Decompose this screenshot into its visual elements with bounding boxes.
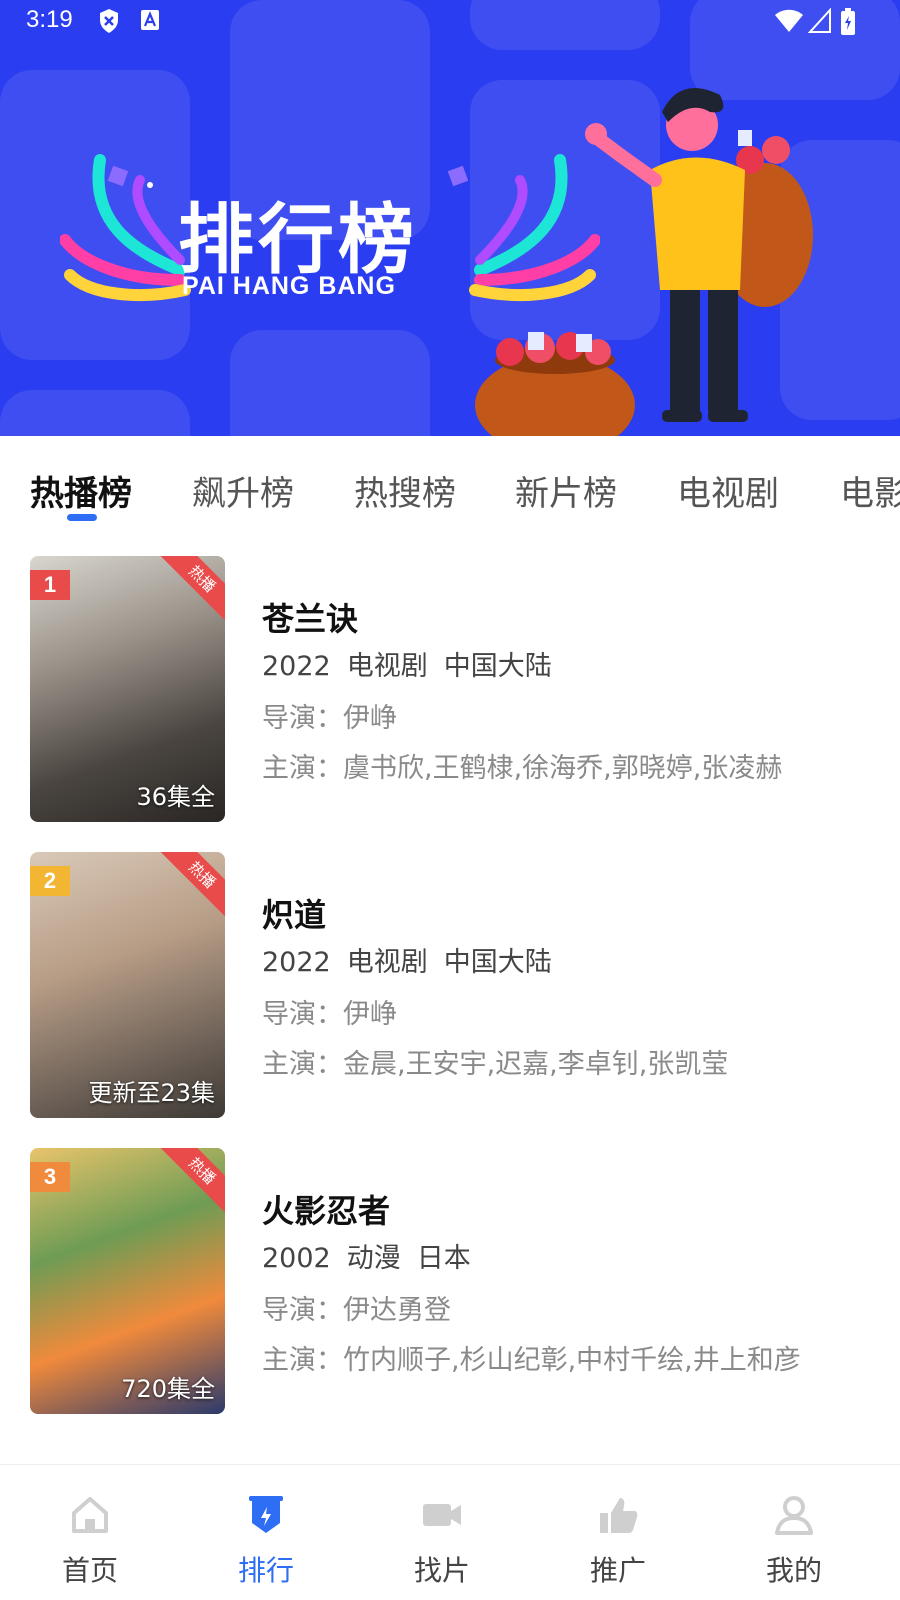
a11y-icon [141,10,159,30]
ranking-icon [249,1496,283,1533]
tab-tv[interactable]: 电视剧 [677,466,779,515]
bottom-navigation: 首页 排行 找片 推广 我的 [0,1464,900,1600]
list-item[interactable]: 1 热播 36集全 苍兰诀 2022 电视剧 中国大陆 导演：伊峥 主演：虞书欣,王… [0,556,900,826]
nav-promote[interactable]: 推广 [528,1465,708,1600]
item-director: 导演：伊峥 [262,999,397,1030]
item-title[interactable]: 炽道 [262,890,326,936]
tab-new[interactable]: 新片榜 [515,466,617,515]
rank-badge: 1 [30,570,70,600]
nav-find-label: 找片 [413,1554,470,1587]
item-region: 中国大陆 [443,947,552,978]
nav-ranking[interactable]: 排行 [176,1465,356,1600]
hot-badge: 热播 [160,852,225,917]
hot-badge: 热播 [160,556,225,621]
item-region: 日本 [416,1243,471,1274]
person-illustration [585,87,813,422]
item-year: 2022 [262,947,331,978]
item-cast: 主演：竹内顺子,杉山纪彰,中村千绘,井上和彦 [262,1345,801,1376]
rank-badge: 3 [30,1162,70,1192]
poster-image[interactable]: 3 热播 720集全 [30,1148,225,1414]
tab-hot[interactable]: 热播榜 [30,466,132,515]
ranking-tabs: 热播榜 飙升榜 热搜榜 新片榜 电视剧 电影 [0,436,900,536]
item-director: 导演：伊达勇登 [262,1295,451,1326]
banner-subtitle: PAI HANG BANG [182,272,396,300]
item-director: 导演：伊峥 [262,703,397,734]
tab-search[interactable]: 热搜榜 [354,466,456,515]
item-year: 2002 [262,1243,331,1274]
nav-find[interactable]: 找片 [352,1465,532,1600]
item-region: 中国大陆 [443,651,552,682]
list-item[interactable]: 2 热播 更新至23集 炽道 2022 电视剧 中国大陆 导演：伊峥 主演：金晨,王… [0,852,900,1122]
banner-bg-card [230,330,430,436]
item-meta: 2022 电视剧 中国大陆 [262,644,568,683]
item-type: 电视剧 [346,947,428,978]
status-time: 3:19 [26,6,73,33]
status-bar: 3:19 [0,0,900,44]
item-cast: 主演：金晨,王安宇,迟嘉,李卓钊,张凯莹 [262,1049,729,1080]
nav-mine-label: 我的 [765,1554,822,1587]
episode-count: 720集全 [121,1375,215,1403]
poster-image[interactable]: 2 热播 更新至23集 [30,852,225,1118]
user-icon [775,1496,813,1535]
episode-count: 更新至23集 [88,1079,215,1107]
poster-image[interactable]: 1 热播 36集全 [30,556,225,822]
item-year: 2022 [262,651,331,682]
item-type: 动漫 [346,1243,401,1274]
signal-icon [808,8,831,33]
tab-rising[interactable]: 飙升榜 [192,466,294,515]
list-item[interactable]: 3 热播 720集全 火影忍者 2002 动漫 日本 导演：伊达勇登 主演：竹内顺子… [0,1148,900,1418]
tab-active-indicator [67,514,97,521]
item-cast: 主演：虞书欣,王鹤棣,徐海乔,郭晓婷,张凌赫 [262,753,783,784]
nav-promote-label: 推广 [589,1554,646,1587]
thumbs-up-icon [600,1498,638,1533]
nav-home-label: 首页 [61,1554,118,1587]
splash-decoration-right [447,154,600,301]
nav-home[interactable]: 首页 [0,1465,180,1600]
home-icon [72,1497,108,1533]
item-meta: 2002 动漫 日本 [262,1236,487,1275]
ranking-banner: 3:19 排行榜 PAI HANG BANG [0,0,900,436]
wifi-icon [775,9,803,32]
hot-badge: 热播 [160,1148,225,1213]
battery-icon [841,8,855,35]
item-title[interactable]: 火影忍者 [262,1186,390,1232]
rank-badge: 2 [30,866,70,896]
episode-count: 36集全 [136,783,215,811]
nav-ranking-label: 排行 [237,1554,294,1587]
nav-mine[interactable]: 我的 [704,1465,884,1600]
item-meta: 2022 电视剧 中国大陆 [262,940,568,979]
item-title[interactable]: 苍兰诀 [262,594,358,640]
video-camera-icon [423,1504,461,1526]
banner-bg-card [0,390,190,436]
tab-movie[interactable]: 电影 [840,466,900,515]
item-type: 电视剧 [346,651,428,682]
shield-icon [100,9,118,33]
